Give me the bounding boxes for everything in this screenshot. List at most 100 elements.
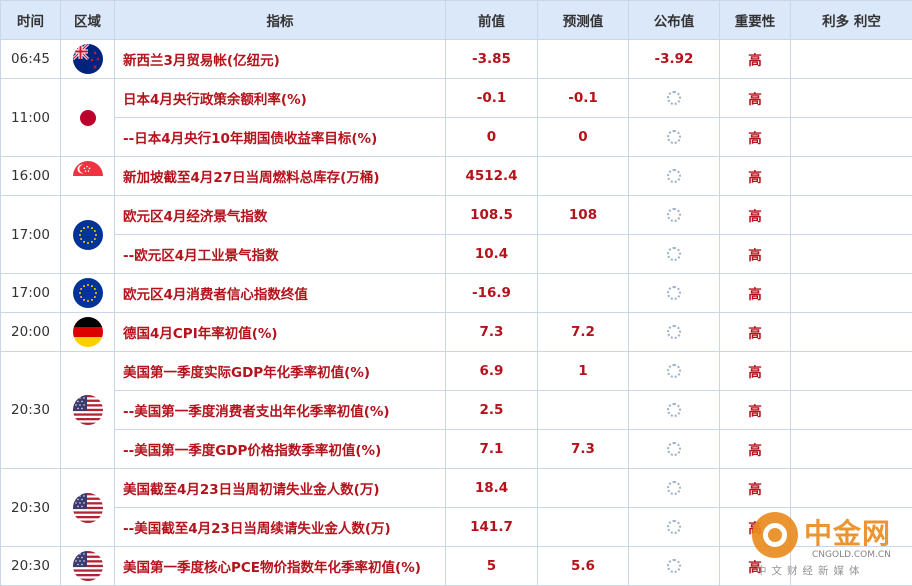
forecast-cell (538, 157, 629, 196)
indicator-cell: 美国第一季度实际GDP年化季率初值(%) (115, 352, 446, 391)
importance-cell: 高 (720, 313, 791, 352)
impact-cell (791, 118, 912, 157)
time-cell: 06:45 (1, 40, 61, 79)
eu-flag-icon (73, 220, 103, 250)
actual-cell (629, 391, 720, 430)
indicator-cell: 美国第一季度核心PCE物价指数年化季率初值(%) (115, 547, 446, 586)
importance-cell: 高 (720, 508, 791, 547)
table-row: 17:00 欧元区4月经济景气指数 108.5 108 (1, 196, 912, 235)
actual-cell (629, 157, 720, 196)
actual-cell (629, 196, 720, 235)
region-cell (61, 313, 115, 352)
impact-cell (791, 196, 912, 235)
header-indicator: 指标 (115, 1, 446, 40)
previous-cell: 108.5 (446, 196, 538, 235)
importance-cell: 高 (720, 235, 791, 274)
loading-icon (667, 520, 681, 534)
forecast-cell: 108 (538, 196, 629, 235)
importance-cell: 高 (720, 391, 791, 430)
loading-icon (667, 559, 681, 573)
table-row: 16:00 新加坡截至4月27日当周燃料总库存 (1, 157, 912, 196)
actual-cell (629, 274, 720, 313)
japan-flag-icon (73, 103, 103, 133)
region-cell (61, 547, 115, 586)
forecast-cell: 5.6 (538, 547, 629, 586)
forecast-cell (538, 40, 629, 79)
impact-cell (791, 469, 912, 508)
loading-icon (667, 169, 681, 183)
table-row: 20:30 (1, 469, 912, 508)
indicator-cell: 欧元区4月经济景气指数 (115, 196, 446, 235)
header-impact: 利多 利空 (791, 1, 912, 40)
table-header-row: 时间 区域 指标 前值 预测值 公布值 重要性 利多 利空 (1, 1, 912, 40)
indicator-cell: 德国4月CPI年率初值(%) (115, 313, 446, 352)
indicator-cell: 新西兰3月贸易帐(亿纽元) (115, 40, 446, 79)
forecast-cell (538, 235, 629, 274)
header-actual: 公布值 (629, 1, 720, 40)
indicator-cell: --美国第一季度GDP价格指数季率初值(%) (115, 430, 446, 469)
forecast-cell: 1 (538, 352, 629, 391)
forecast-cell (538, 508, 629, 547)
impact-cell (791, 430, 912, 469)
region-cell (61, 274, 115, 313)
impact-cell (791, 508, 912, 547)
indicator-cell: --美国截至4月23日当周续请失业金人数(万) (115, 508, 446, 547)
time-cell: 20:00 (1, 313, 61, 352)
indicator-cell: --欧元区4月工业景气指数 (115, 235, 446, 274)
table-row: 06:45 新西兰3月贸易帐(亿纽元) (1, 40, 912, 79)
actual-cell: -3.92 (629, 40, 720, 79)
loading-icon (667, 247, 681, 261)
previous-cell: 18.4 (446, 469, 538, 508)
region-cell (61, 40, 115, 79)
previous-cell: 2.5 (446, 391, 538, 430)
table-row: --日本4月央行10年期国债收益率目标(%) 0 0 高 (1, 118, 912, 157)
germany-flag-icon (73, 317, 103, 347)
table-row: 20:30 (1, 547, 912, 586)
importance-cell: 高 (720, 352, 791, 391)
singapore-flag-icon (73, 161, 103, 191)
region-cell (61, 196, 115, 274)
indicator-cell: 欧元区4月消费者信心指数终值 (115, 274, 446, 313)
indicator-cell: 新加坡截至4月27日当周燃料总库存(万桶) (115, 157, 446, 196)
new-zealand-flag-icon (73, 44, 103, 74)
forecast-cell (538, 274, 629, 313)
importance-cell: 高 (720, 430, 791, 469)
previous-cell: 5 (446, 547, 538, 586)
actual-cell (629, 79, 720, 118)
region-cell (61, 469, 115, 547)
previous-cell: -0.1 (446, 79, 538, 118)
previous-cell: -3.85 (446, 40, 538, 79)
time-cell: 17:00 (1, 274, 61, 313)
usa-flag-icon (73, 395, 103, 425)
importance-cell: 高 (720, 469, 791, 508)
loading-icon (667, 481, 681, 495)
previous-cell: 7.1 (446, 430, 538, 469)
loading-icon (667, 91, 681, 105)
previous-cell: 0 (446, 118, 538, 157)
table-row: --美国第一季度消费者支出年化季率初值(%) 2.5 高 (1, 391, 912, 430)
impact-cell (791, 79, 912, 118)
loading-icon (667, 442, 681, 456)
impact-cell (791, 547, 912, 586)
actual-cell (629, 352, 720, 391)
previous-cell: -16.9 (446, 274, 538, 313)
time-cell: 20:30 (1, 547, 61, 586)
table-row: --美国截至4月23日当周续请失业金人数(万) 141.7 高 (1, 508, 912, 547)
forecast-cell (538, 391, 629, 430)
loading-icon (667, 286, 681, 300)
previous-cell: 7.3 (446, 313, 538, 352)
actual-cell (629, 508, 720, 547)
actual-cell (629, 430, 720, 469)
indicator-cell: --美国第一季度消费者支出年化季率初值(%) (115, 391, 446, 430)
importance-cell: 高 (720, 118, 791, 157)
loading-icon (667, 403, 681, 417)
actual-cell (629, 235, 720, 274)
time-cell: 20:30 (1, 352, 61, 469)
indicator-cell: 美国截至4月23日当周初请失业金人数(万) (115, 469, 446, 508)
importance-cell: 高 (720, 157, 791, 196)
region-cell (61, 79, 115, 157)
forecast-cell: 7.3 (538, 430, 629, 469)
impact-cell (791, 352, 912, 391)
table-row: 20:00 德国4月CPI年率初值(%) 7.3 7.2 高 (1, 313, 912, 352)
impact-cell (791, 313, 912, 352)
